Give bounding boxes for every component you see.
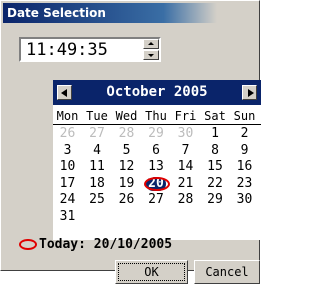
day-cell[interactable]: 10 (53, 159, 82, 175)
day-cell[interactable]: 15 (201, 159, 230, 175)
day-cell[interactable]: 26 (53, 126, 82, 142)
weekday-label: Sun (233, 109, 256, 123)
day-cell[interactable]: 30 (171, 126, 200, 142)
ok-button[interactable]: OK (115, 260, 188, 284)
day-cell[interactable]: 12 (112, 159, 141, 175)
day-cell[interactable]: 28 (171, 192, 200, 208)
calendar-header: October 2005 (53, 80, 261, 105)
day-cell[interactable]: 21 (171, 176, 200, 192)
weekday-label: Thu (145, 109, 167, 123)
spin-up-button[interactable] (143, 39, 159, 49)
day-cell[interactable]: 17 (53, 176, 82, 192)
day-cell[interactable]: 29 (201, 192, 230, 208)
day-cell[interactable]: 3 (53, 143, 82, 159)
day-cell[interactable]: 25 (83, 192, 112, 208)
weekday-label: Wed (115, 109, 138, 123)
calendar: October 2005 Mon Tue Wed Thu Fri Sat Sun 26 27 2… (53, 80, 261, 240)
today-marker-icon (143, 176, 170, 191)
day-cell[interactable]: 19 (112, 176, 141, 192)
day-cell[interactable]: 16 (230, 159, 259, 175)
today-circle-icon (19, 239, 37, 250)
day-cell[interactable]: 26 (112, 192, 141, 208)
day-cell[interactable]: 27 (142, 192, 171, 208)
day-cell[interactable]: 18 (83, 176, 112, 192)
weekday-header: Mon Tue Wed Thu Fri Sat Sun (53, 109, 261, 124)
day-cell[interactable]: 8 (201, 143, 230, 159)
day-cell[interactable]: 9 (230, 143, 259, 159)
today-label: Today: 20/10/2005 (39, 237, 173, 252)
day-cell[interactable]: 7 (171, 143, 200, 159)
date-selection-dialog: Date Selection October 2005 Mon Tue Wed Thu… (0, 0, 261, 284)
day-cell[interactable]: 28 (112, 126, 141, 142)
next-month-button[interactable] (242, 85, 257, 100)
day-cell[interactable]: 29 (142, 126, 171, 142)
day-cell[interactable]: 27 (83, 126, 112, 142)
day-cell[interactable]: 2 (230, 126, 259, 142)
arrow-right-icon (248, 89, 254, 97)
day-cell[interactable]: 23 (230, 176, 259, 192)
arrow-left-icon (61, 89, 67, 97)
day-cell[interactable]: 1 (201, 126, 230, 142)
day-cell[interactable]: 30 (230, 192, 259, 208)
day-cell[interactable]: 13 (142, 159, 171, 175)
time-spinner[interactable] (19, 37, 161, 62)
weekday-label: Sat (204, 109, 226, 123)
weekday-label: Fri (174, 109, 197, 123)
month-label: October 2005 (106, 84, 208, 100)
prev-month-button[interactable] (57, 85, 72, 100)
day-cell[interactable]: 24 (53, 192, 82, 208)
weekday-divider (53, 124, 261, 125)
day-cell[interactable]: 31 (53, 209, 82, 225)
spin-buttons (143, 39, 159, 60)
arrow-up-icon (148, 42, 154, 45)
day-cell[interactable]: 5 (112, 143, 141, 159)
arrow-down-icon (148, 54, 154, 57)
weekday-label: Mon (56, 109, 79, 123)
day-cell[interactable]: 22 (201, 176, 230, 192)
time-input[interactable] (23, 39, 142, 60)
weekday-label: Tue (86, 109, 108, 123)
spin-down-button[interactable] (143, 50, 159, 60)
day-cell[interactable]: 4 (83, 143, 112, 159)
dialog-title: Date Selection (3, 3, 217, 23)
day-cell[interactable]: 14 (171, 159, 200, 175)
day-cell[interactable]: 6 (142, 143, 171, 159)
day-cell[interactable]: 11 (83, 159, 112, 175)
cancel-button[interactable]: Cancel (194, 260, 260, 284)
